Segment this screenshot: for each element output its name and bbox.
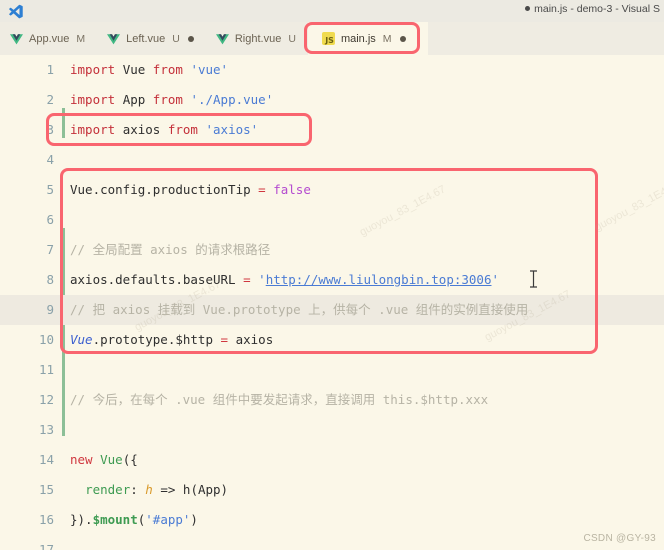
code-line[interactable]: 1 import Vue from 'vue'	[0, 55, 664, 85]
window-title: main.js - demo-3 - Visual S	[525, 3, 660, 15]
line-number: 3	[46, 122, 54, 137]
line-number: 9	[46, 302, 54, 317]
vscode-logo-icon	[6, 2, 24, 20]
tab-label: main.js	[340, 32, 376, 45]
code-line[interactable]: 17	[0, 535, 664, 550]
line-content: }).$mount('#app')	[70, 512, 198, 527]
line-content: new Vue({	[70, 452, 138, 467]
line-number: 7	[46, 242, 54, 257]
line-number: 2	[46, 92, 54, 107]
line-number: 14	[38, 452, 54, 467]
line-number: 8	[46, 272, 54, 287]
line-number: 17	[38, 542, 54, 550]
line-number: 5	[46, 182, 54, 197]
line-number: 15	[38, 482, 54, 497]
tab-left-vue[interactable]: Left.vue U	[97, 22, 206, 55]
window-title-text: main.js - demo-3 - Visual S	[534, 3, 660, 15]
line-number: 13	[38, 422, 54, 437]
code-line[interactable]: 4	[0, 145, 664, 175]
title-bar: main.js - demo-3 - Visual S	[0, 0, 664, 23]
code-line[interactable]: 2 import App from './App.vue'	[0, 85, 664, 115]
line-number: 12	[38, 392, 54, 407]
vue-file-icon	[107, 33, 121, 45]
vscode-window: main.js - demo-3 - Visual S App.vue M Le…	[0, 0, 664, 550]
tab-git-badge: M	[76, 32, 86, 45]
code-line[interactable]: 10 Vue.prototype.$http = axios	[0, 325, 664, 355]
code-line[interactable]: 12 // 今后，在每个 .vue 组件中要发起请求，直接调用 this.$ht…	[0, 385, 664, 415]
tab-modified-dot[interactable]	[399, 35, 406, 42]
tab-main-js[interactable]: JS main.js M	[307, 22, 428, 55]
line-content: render: h => h(App)	[85, 482, 229, 497]
code-line-highlighted[interactable]: 9 // 把 axios 挂载到 Vue.prototype 上，供每个 .vu…	[0, 295, 664, 325]
tab-git-badge: M	[382, 32, 392, 45]
code-editor[interactable]: 1 import Vue from 'vue' 2 import App fro…	[0, 55, 664, 550]
line-content: // 今后，在每个 .vue 组件中要发起请求，直接调用 this.$http.…	[70, 392, 489, 407]
unsaved-indicator-dot	[525, 5, 531, 11]
line-content: // 全局配置 axios 的请求根路径	[70, 242, 271, 257]
line-content: axios.defaults.baseURL = 'http://www.liu…	[70, 272, 500, 287]
code-line[interactable]: 7 // 全局配置 axios 的请求根路径	[0, 235, 664, 265]
tab-right-vue[interactable]: Right.vue U	[205, 22, 308, 55]
code-line[interactable]: 13	[0, 415, 664, 445]
tab-git-badge: U	[172, 32, 180, 45]
vue-file-icon	[215, 33, 229, 45]
line-content: Vue.config.productionTip = false	[70, 182, 311, 197]
line-number: 11	[38, 362, 54, 377]
line-number: 6	[46, 212, 54, 227]
code-line[interactable]: 3 import axios from 'axios'	[0, 115, 664, 145]
vue-file-icon	[10, 33, 23, 45]
code-line[interactable]: 8 axios.defaults.baseURL = 'http://www.l…	[0, 265, 664, 295]
line-number: 16	[38, 512, 54, 527]
line-number: 4	[46, 152, 54, 167]
code-line[interactable]: 15 render: h => h(App)	[0, 475, 664, 505]
line-content: // 把 axios 挂载到 Vue.prototype 上，供每个 .vue …	[70, 302, 529, 317]
code-line[interactable]: 14 new Vue({	[0, 445, 664, 475]
line-number: 1	[46, 62, 54, 77]
tab-label: App.vue	[29, 32, 70, 45]
js-file-icon: JS	[321, 32, 335, 45]
line-content: import App from './App.vue'	[70, 92, 274, 107]
tab-app-vue[interactable]: App.vue M	[0, 22, 98, 55]
tab-modified-dot[interactable]	[187, 35, 194, 42]
tab-label: Right.vue	[234, 32, 282, 45]
line-content: import Vue from 'vue'	[70, 62, 229, 77]
code-line[interactable]: 16 }).$mount('#app')	[0, 505, 664, 535]
line-content: Vue.prototype.$http = axios	[70, 332, 274, 347]
code-line[interactable]: 6	[0, 205, 664, 235]
csdn-watermark: CSDN @GY-93	[583, 533, 656, 544]
tab-git-badge: U	[288, 32, 296, 45]
line-number: 10	[38, 332, 54, 347]
editor-tab-bar[interactable]: App.vue M Left.vue U Right.vue U JS main…	[0, 22, 664, 56]
code-line[interactable]: 5 Vue.config.productionTip = false	[0, 175, 664, 205]
line-content: import axios from 'axios'	[70, 122, 259, 137]
code-line[interactable]: 11	[0, 355, 664, 385]
tab-label: Left.vue	[126, 32, 166, 45]
